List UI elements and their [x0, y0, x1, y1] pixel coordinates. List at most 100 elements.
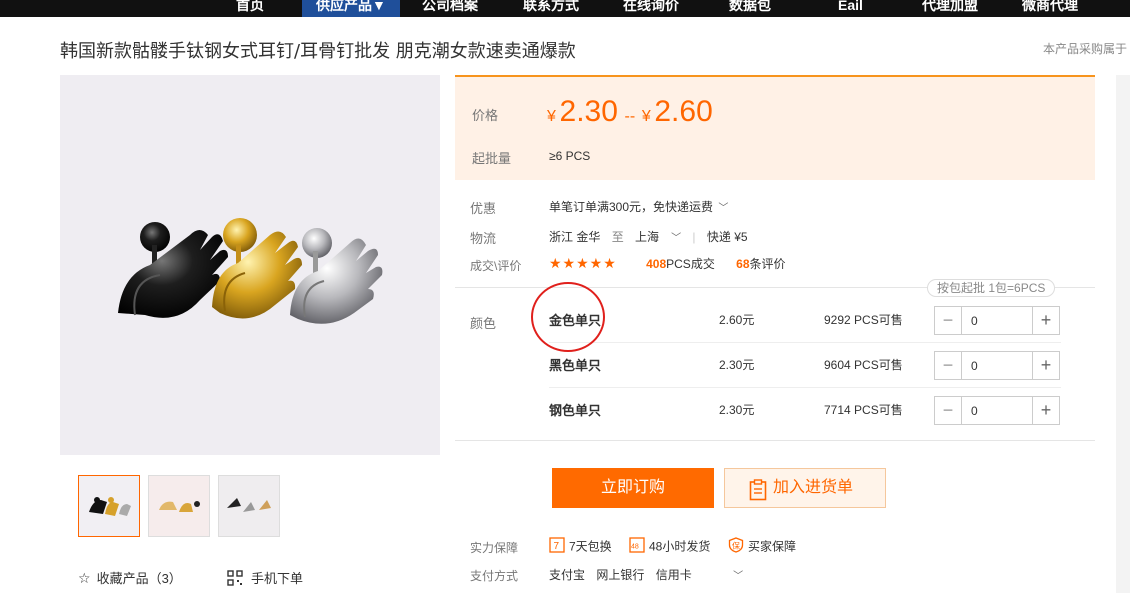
quantity-input[interactable]	[963, 397, 1033, 424]
currency-symbol: ¥	[547, 108, 556, 125]
nav-home[interactable]: 首页	[236, 0, 264, 17]
discount-dropdown[interactable]: 单笔订单满300元，免快递运费 ﹀	[549, 198, 728, 215]
shield-icon: 保	[728, 537, 744, 558]
thumbnail-earrings	[219, 476, 279, 536]
thumbnail-earrings	[79, 476, 139, 536]
variant-row: 钢色单只 2.30元 7714 PCS可售 − +	[549, 388, 1061, 433]
guarantee-text: 7天包换	[569, 539, 612, 554]
plus-icon[interactable]: +	[1032, 397, 1059, 424]
destination-text: 上海	[635, 230, 660, 244]
nav-contact[interactable]: 联系方式	[523, 0, 579, 17]
chevron-down-icon: ﹀	[733, 571, 744, 582]
nav-datapack[interactable]: 数据包	[729, 0, 771, 17]
guarantee-label: 实力保障	[470, 541, 519, 555]
minus-icon[interactable]: −	[935, 352, 962, 379]
reviews-link[interactable]: 68条评价	[736, 257, 785, 271]
quantity-stepper: − +	[934, 396, 1060, 425]
price-label: 价格	[472, 108, 499, 123]
guarantee-text: 48小时发货	[649, 539, 711, 554]
color-label: 颜色	[470, 316, 497, 331]
deals-count: 408	[646, 257, 667, 271]
variant-stock: 9604 PCS可售	[824, 358, 903, 372]
logistics-label: 物流	[470, 231, 497, 246]
plus-icon[interactable]: +	[1032, 352, 1059, 379]
origin-text: 浙江 金华	[549, 230, 601, 244]
payment-methods[interactable]: 支付宝 网上银行 信用卡 ﹀	[549, 566, 743, 583]
svg-text:7: 7	[554, 541, 560, 552]
guarantee-item[interactable]: 保买家保障	[728, 537, 796, 558]
destination-select[interactable]: 上海 ﹀	[635, 230, 681, 244]
add-to-cart-label: 加入进货单	[773, 479, 854, 496]
plus-icon[interactable]: +	[1032, 307, 1059, 334]
reviews-suffix: 条评价	[749, 257, 786, 271]
deals-link[interactable]: 408PCS成交	[646, 257, 715, 271]
price-separator: --	[624, 108, 636, 125]
product-title: 韩国新款骷髅手钛钢女式耳钉/耳骨钉批发 朋克潮女款速卖通爆款	[60, 41, 576, 62]
price-panel: 价格 ¥ 2.30 -- ¥ 2.60 起批量 ≥6 PCS	[455, 75, 1095, 180]
chevron-down-icon: ﹀	[718, 203, 729, 214]
purchase-notice: 本产品采购属于	[1043, 42, 1128, 56]
variant-stock: 7714 PCS可售	[824, 403, 903, 417]
nav-wechat-agent[interactable]: 微商代理	[1022, 0, 1078, 17]
nav-agent[interactable]: 代理加盟	[922, 0, 978, 17]
chevron-down-icon: ▼	[372, 0, 386, 13]
svg-text:保: 保	[732, 541, 740, 551]
price-high: 2.60	[654, 95, 713, 128]
minus-icon[interactable]: −	[935, 307, 962, 334]
mobile-order-label: 手机下单	[251, 571, 304, 586]
quantity-stepper: − +	[934, 351, 1060, 380]
nav-inquiry[interactable]: 在线询价	[623, 0, 679, 17]
payment-method: 网上银行	[596, 568, 645, 582]
nav-products-label: 供应产品	[316, 0, 372, 13]
earrings-illustration	[118, 218, 383, 324]
payment-method: 支付宝	[549, 568, 586, 582]
thumbnail-2[interactable]	[148, 475, 210, 537]
express-fee: 快递 ¥5	[706, 230, 748, 244]
variant-name[interactable]: 钢色单只	[549, 388, 601, 433]
star-outline-icon: ☆	[78, 570, 91, 586]
minus-icon[interactable]: −	[935, 397, 962, 424]
min-order-label: 起批量	[472, 151, 512, 166]
chevron-down-icon: ﹀	[671, 233, 682, 244]
quantity-input[interactable]	[963, 307, 1033, 334]
variant-stock: 9292 PCS可售	[824, 313, 903, 327]
variant-price: 2.30元	[719, 358, 755, 372]
guarantee-item[interactable]: 7 7天包换	[549, 537, 612, 558]
nav-mail[interactable]: Eail	[838, 0, 863, 17]
to-text: 至	[611, 230, 624, 244]
guarantee-item[interactable]: 48 48小时发货	[629, 537, 710, 558]
add-to-cart-button[interactable]: 加入进货单	[724, 468, 886, 508]
mobile-order-button[interactable]: 手机下单	[227, 568, 303, 589]
thumbnail-3[interactable]	[218, 475, 280, 537]
variant-row: 金色单只 2.60元 9292 PCS可售 − +	[549, 298, 1061, 343]
annotation-circle	[531, 282, 605, 352]
payment-method: 信用卡	[655, 568, 692, 582]
nav-company[interactable]: 公司档案	[422, 0, 478, 17]
favorite-button[interactable]: ☆ 收藏产品（3）	[78, 568, 182, 587]
min-order-value: ≥6 PCS	[549, 149, 591, 163]
guarantee-text: 买家保障	[748, 539, 797, 554]
price-range: ¥ 2.30 -- ¥ 2.60	[547, 95, 713, 129]
discount-label: 优惠	[470, 201, 497, 216]
rating-stars: ★★★★★	[549, 255, 617, 271]
quantity-input[interactable]	[963, 352, 1033, 379]
divider: |	[692, 230, 696, 244]
product-main-image[interactable]	[60, 75, 440, 455]
discount-text: 单笔订单满300元，免快递运费	[549, 200, 714, 214]
thumbnail-earrings	[149, 476, 209, 536]
buy-now-button[interactable]: 立即订购	[552, 468, 714, 508]
variant-price: 2.60元	[719, 313, 755, 327]
seven-day-icon: 7	[549, 537, 565, 558]
deals-suffix: PCS成交	[666, 257, 715, 271]
deals-label: 成交\评价	[470, 259, 522, 273]
right-side-panel	[1116, 75, 1130, 593]
price-low: 2.30	[559, 95, 618, 128]
nav-products[interactable]: 供应产品▼	[302, 0, 400, 17]
variant-price: 2.30元	[719, 403, 755, 417]
clipboard-icon	[749, 478, 767, 516]
top-nav: 首页 供应产品▼ 公司档案 联系方式 在线询价 数据包 Eail 代理加盟 微商…	[0, 0, 1130, 17]
currency-symbol: ¥	[641, 108, 651, 125]
payment-label: 支付方式	[470, 569, 519, 583]
thumbnail-1[interactable]	[78, 475, 140, 537]
svg-text:48: 48	[631, 544, 639, 551]
